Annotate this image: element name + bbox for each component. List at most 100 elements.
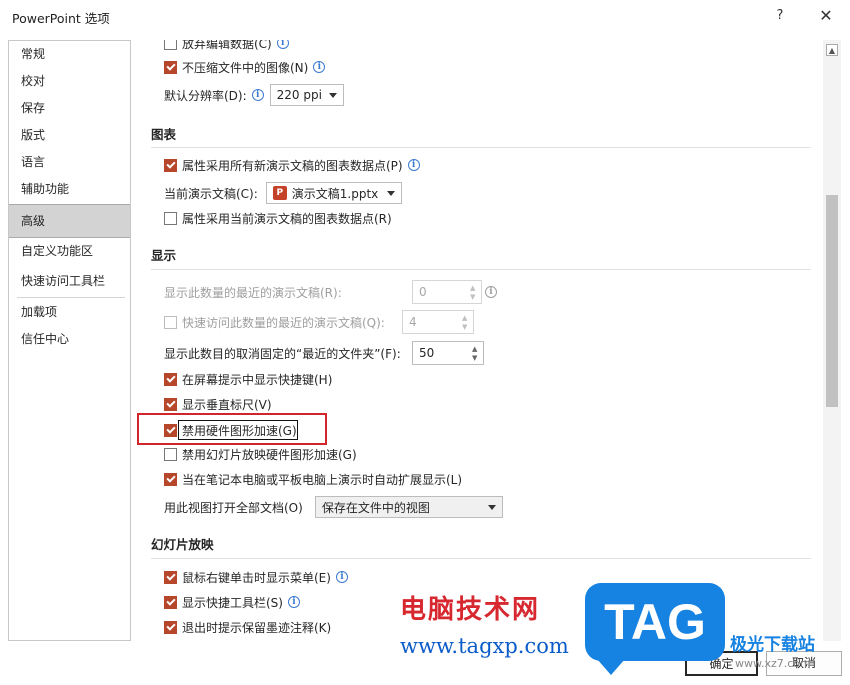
options-content: 放弃编辑数据(C) i 不压缩文件中的图像(N) i 默认分辨率(D): i 2… xyxy=(131,40,823,641)
open-view-value: 保存在文件中的视图 xyxy=(321,500,430,515)
keep-ink-prompt-label: 退出时提示保留墨迹注释(K) xyxy=(182,620,332,635)
no-compress-label: 不压缩文件中的图像(N) xyxy=(182,60,309,75)
spin-down-icon[interactable]: ▼ xyxy=(462,323,470,331)
right-click-menu-row[interactable]: 鼠标右键单击时显示菜单(E) i xyxy=(164,566,348,588)
show-vertical-ruler-row[interactable]: 显示垂直标尺(V) xyxy=(164,393,272,415)
scroll-thumb[interactable] xyxy=(826,195,838,407)
focus-rectangle xyxy=(178,420,298,440)
all-docs-datapoints-row[interactable]: 属性采用所有新演示文稿的图表数据点(P) i xyxy=(164,154,420,176)
unpinned-folders-label: 显示此数目的取消固定的“最近的文件夹”(F): xyxy=(164,346,401,361)
show-toolbar-checkbox[interactable] xyxy=(164,595,177,609)
section-divider xyxy=(151,269,811,270)
vertical-scrollbar[interactable]: ▲ xyxy=(823,40,841,641)
quick-access-stepper[interactable]: 4 ▲ ▼ xyxy=(402,310,474,334)
scroll-up-icon[interactable]: ▲ xyxy=(826,44,838,56)
sidebar-item-advanced[interactable]: 高级 xyxy=(9,204,130,238)
open-view-label: 用此视图打开全部文档(O) xyxy=(164,500,303,515)
spin-up-icon[interactable]: ▲ xyxy=(472,345,480,353)
disable-slideshow-hw-accel-label: 禁用幻灯片放映硬件图形加速(G) xyxy=(182,447,357,462)
recent-docs-row: 显示此数量的最近的演示文稿(R): 0 ▲ ▼ i xyxy=(164,280,497,304)
sidebar-item-proofing[interactable]: 校对 xyxy=(9,68,130,95)
chevron-down-icon xyxy=(386,191,395,196)
show-vertical-ruler-label: 显示垂直标尺(V) xyxy=(182,397,272,412)
watermark-site-text: 极光下载站 xyxy=(730,635,815,655)
section-title-chart: 图表 xyxy=(151,127,177,142)
spin-up-icon[interactable]: ▲ xyxy=(470,284,478,292)
sidebar-divider xyxy=(17,297,125,298)
recent-docs-stepper[interactable]: 0 ▲ ▼ xyxy=(412,280,482,304)
discard-editing-data-label: 放弃编辑数据(C) xyxy=(182,40,272,51)
sidebar-item-save[interactable]: 保存 xyxy=(9,95,130,122)
sidebar-item-accessibility[interactable]: 辅助功能 xyxy=(9,176,130,203)
quick-access-checkbox[interactable] xyxy=(164,315,177,329)
sidebar-item-layout[interactable]: 版式 xyxy=(9,122,130,149)
disable-slideshow-hw-accel-checkbox[interactable] xyxy=(164,447,177,461)
current-doc-datapoints-checkbox[interactable] xyxy=(164,211,177,225)
section-divider xyxy=(151,147,811,148)
info-icon: i xyxy=(251,89,264,101)
watermark-cn-text: 电脑技术网 xyxy=(400,595,541,625)
chevron-down-icon xyxy=(487,505,496,510)
auto-extend-display-row[interactable]: 当在笔记本电脑或平板电脑上演示时自动扩展显示(L) xyxy=(164,468,462,490)
recent-docs-label: 显示此数量的最近的演示文稿(R): xyxy=(164,285,342,300)
current-doc-dropdown[interactable]: P 演示文稿1.pptx xyxy=(265,182,402,204)
resolution-dropdown[interactable]: 220 ppi xyxy=(269,84,344,106)
show-shortcut-keys-label: 在屏幕提示中显示快捷键(H) xyxy=(182,372,333,387)
current-doc-value: 演示文稿1.pptx xyxy=(291,186,379,201)
sidebar-item-quick-access-toolbar[interactable]: 快速访问工具栏 xyxy=(9,268,130,295)
sidebar-item-customize-ribbon[interactable]: 自定义功能区 xyxy=(9,238,130,265)
unpinned-folders-stepper[interactable]: 50 ▲ ▼ xyxy=(412,341,484,365)
resolution-value: 220 ppi xyxy=(276,88,322,102)
all-docs-datapoints-checkbox[interactable] xyxy=(164,158,177,172)
info-icon: i xyxy=(287,596,300,608)
show-toolbar-row[interactable]: 显示快捷工具栏(S) i xyxy=(164,591,300,613)
info-icon: i xyxy=(335,571,348,583)
section-title-display: 显示 xyxy=(151,248,177,263)
quick-access-label: 快速访问此数量的最近的演示文稿(Q): xyxy=(182,315,385,330)
show-shortcut-keys-checkbox[interactable] xyxy=(164,372,177,386)
watermark-url-text: www.tagxp.com xyxy=(400,634,569,658)
window-title: PowerPoint 选项 xyxy=(12,11,110,26)
all-docs-datapoints-label: 属性采用所有新演示文稿的图表数据点(P) xyxy=(182,158,403,173)
sidebar-item-general[interactable]: 常规 xyxy=(9,41,130,68)
section-title-slideshow: 幻灯片放映 xyxy=(151,537,214,552)
current-doc-datapoints-row[interactable]: 属性采用当前演示文稿的图表数据点(R) xyxy=(164,207,392,229)
open-view-row: 用此视图打开全部文档(O) 保存在文件中的视图 xyxy=(164,496,503,518)
sidebar-item-language[interactable]: 语言 xyxy=(9,149,130,176)
spin-down-icon[interactable]: ▼ xyxy=(472,354,480,362)
resolution-label: 默认分辨率(D): xyxy=(164,88,247,103)
sidebar-item-trust-center[interactable]: 信任中心 xyxy=(9,326,130,353)
spin-down-icon[interactable]: ▼ xyxy=(470,293,478,301)
spin-up-icon[interactable]: ▲ xyxy=(462,314,470,322)
right-click-menu-checkbox[interactable] xyxy=(164,570,177,584)
help-button[interactable]: ? xyxy=(770,6,790,26)
info-icon: i xyxy=(407,159,420,171)
disable-slideshow-hw-accel-row[interactable]: 禁用幻灯片放映硬件图形加速(G) xyxy=(164,443,357,465)
recent-docs-value: 0 xyxy=(419,285,427,299)
keep-ink-prompt-row[interactable]: 退出时提示保留墨迹注释(K) xyxy=(164,616,331,638)
watermark-site-sub: www.xz7.com xyxy=(735,657,811,670)
no-compress-row[interactable]: 不压缩文件中的图像(N) i xyxy=(164,56,326,78)
no-compress-checkbox[interactable] xyxy=(164,60,177,74)
open-view-dropdown[interactable]: 保存在文件中的视图 xyxy=(314,496,503,518)
section-divider xyxy=(151,558,811,559)
resolution-row: 默认分辨率(D): i 220 ppi xyxy=(164,84,344,106)
show-shortcut-keys-row[interactable]: 在屏幕提示中显示快捷键(H) xyxy=(164,368,332,390)
sidebar-item-addins[interactable]: 加载项 xyxy=(9,299,130,326)
unpinned-folders-row: 显示此数目的取消固定的“最近的文件夹”(F): 50 ▲ ▼ xyxy=(164,341,484,365)
close-button[interactable]: ✕ xyxy=(815,5,837,27)
show-toolbar-label: 显示快捷工具栏(S) xyxy=(182,595,283,610)
keep-ink-prompt-checkbox[interactable] xyxy=(164,620,177,634)
discard-editing-data-checkbox[interactable] xyxy=(164,40,177,50)
current-doc-label: 当前演示文稿(C): xyxy=(164,186,258,201)
chevron-down-icon xyxy=(328,93,337,98)
quick-access-value: 4 xyxy=(409,315,417,329)
title-bar: PowerPoint 选项 ? ✕ xyxy=(0,0,850,34)
quick-access-row: 快速访问此数量的最近的演示文稿(Q): 4 ▲ ▼ xyxy=(164,310,474,334)
auto-extend-display-checkbox[interactable] xyxy=(164,472,177,486)
sidebar: 常规 校对 保存 版式 语言 辅助功能 高级 自定义功能区 快速访问工具栏 加载… xyxy=(8,40,131,641)
info-icon: i xyxy=(276,40,289,49)
show-vertical-ruler-checkbox[interactable] xyxy=(164,397,177,411)
discard-editing-data-row[interactable]: 放弃编辑数据(C) i xyxy=(164,40,289,54)
current-doc-datapoints-label: 属性采用当前演示文稿的图表数据点(R) xyxy=(182,211,392,226)
